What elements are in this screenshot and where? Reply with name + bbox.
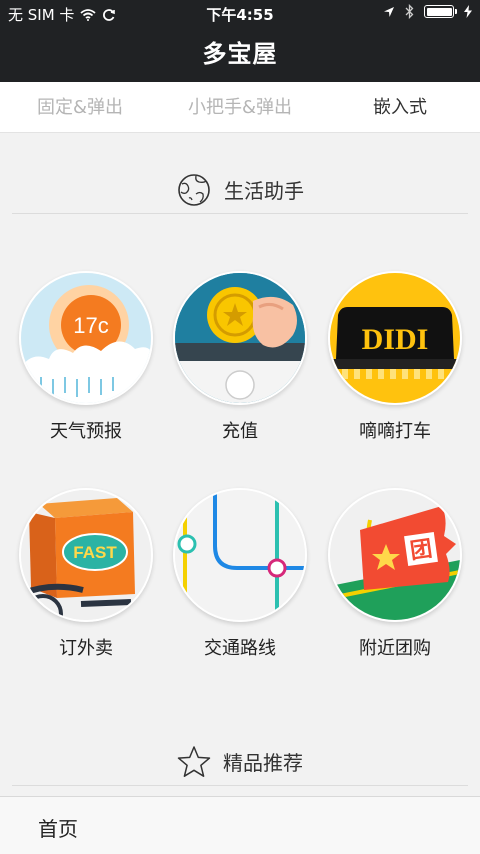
- star-icon: [177, 745, 211, 777]
- item-label: 充值: [222, 421, 258, 442]
- grid-item-transit-route[interactable]: 交通路线: [160, 488, 320, 678]
- item-label: 交通路线: [204, 638, 276, 659]
- fast-badge: FAST: [73, 543, 117, 562]
- grid-item-group-buy[interactable]: 团 附近团购: [315, 488, 475, 678]
- section-title: 生活助手: [224, 179, 304, 203]
- weather-icon: 17c: [19, 271, 153, 405]
- didi-badge: DIDI: [362, 323, 429, 356]
- tab-embedded[interactable]: 嵌入式: [320, 82, 480, 132]
- item-label: 附近团购: [359, 638, 431, 659]
- home-button[interactable]: 首页: [38, 813, 78, 842]
- item-label: 嘀嘀打车: [359, 421, 431, 442]
- status-right: [383, 4, 472, 19]
- grid-item-didi-taxi[interactable]: DIDI 嘀嘀打车: [315, 271, 475, 461]
- recharge-coin-icon: [173, 271, 307, 405]
- grid-item-recharge[interactable]: 充值: [160, 271, 320, 461]
- grid-item-weather[interactable]: 17c 天气预报: [6, 271, 166, 461]
- bottom-bar: 首页: [0, 796, 480, 854]
- globe-icon: [178, 173, 210, 206]
- section-title: 精品推荐: [223, 751, 303, 775]
- location-arrow-icon: [384, 6, 394, 17]
- grid-item-food-delivery[interactable]: FAST 订外卖: [6, 488, 166, 678]
- item-label: 天气预报: [50, 421, 122, 442]
- section-header-life-assistant: 生活助手: [12, 166, 468, 214]
- battery-icon: [424, 5, 457, 18]
- item-label: 订外卖: [59, 638, 113, 659]
- battery-fill: [426, 7, 452, 16]
- status-bar: 无 SIM 卡 下午4:55: [0, 0, 480, 26]
- page-title: 多宝屋: [202, 40, 278, 68]
- group-buy-badge: 团: [409, 537, 434, 565]
- weather-badge: 17c: [73, 313, 108, 338]
- section-header-recommended: 精品推荐: [12, 738, 468, 786]
- tab-fixed-popup[interactable]: 固定&弹出: [0, 82, 160, 132]
- delivery-box-icon: FAST: [19, 488, 153, 622]
- charging-icon: [464, 5, 472, 18]
- group-buy-ticket-icon: 团: [328, 488, 462, 622]
- transit-route-icon: [173, 488, 307, 622]
- bluetooth-icon: [405, 4, 414, 19]
- tab-bar: 固定&弹出 小把手&弹出 嵌入式: [0, 82, 480, 133]
- taxi-sign-icon: DIDI: [328, 271, 462, 405]
- nav-bar: 多宝屋: [0, 26, 480, 82]
- tab-handle-popup[interactable]: 小把手&弹出: [160, 82, 320, 132]
